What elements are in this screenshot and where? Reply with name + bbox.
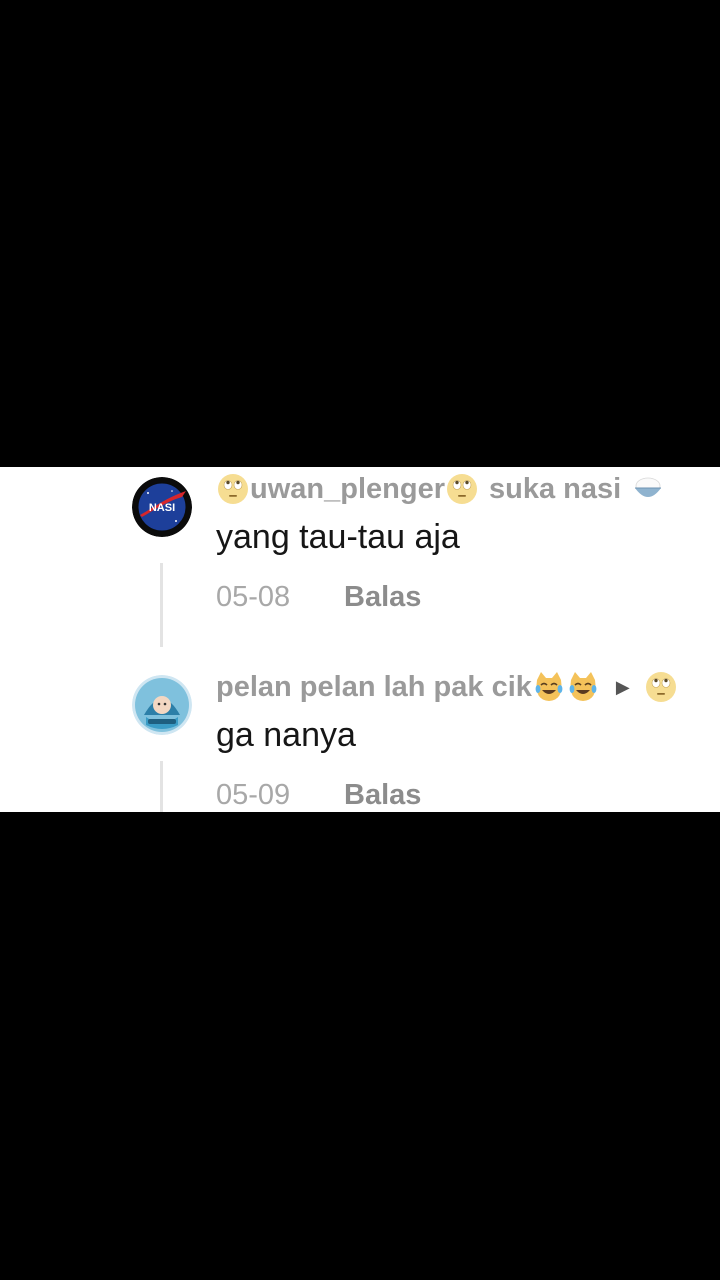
username[interactable]: uwan_plenger bbox=[250, 469, 445, 509]
comment-date: 05-08 bbox=[216, 581, 291, 613]
thread-line bbox=[160, 563, 163, 647]
avatar-text: NASI bbox=[149, 502, 175, 514]
cat-tears-of-joy-emoji-icon bbox=[532, 670, 566, 704]
comment-list: NASI uwan_plenger suka nasi yang tau-tau… bbox=[0, 467, 720, 812]
avatar[interactable]: NASI bbox=[132, 477, 192, 537]
rice-bowl-emoji-icon bbox=[631, 472, 665, 506]
avatar[interactable] bbox=[132, 675, 192, 735]
eye-roll-emoji-icon bbox=[644, 670, 678, 704]
eye-roll-emoji-icon bbox=[445, 472, 479, 506]
letterbox-top bbox=[0, 0, 720, 467]
comment-date: 05-09 bbox=[216, 779, 291, 811]
comment-text: yang tau-tau aja bbox=[216, 518, 460, 556]
reply-to-arrow-icon: ▶ bbox=[615, 677, 630, 697]
comment-header: uwan_plenger suka nasi bbox=[216, 469, 665, 509]
comment-header: pelan pelan lah pak cik ▶ bbox=[216, 667, 678, 707]
username-suffix: suka nasi bbox=[489, 473, 622, 505]
thread-line bbox=[160, 761, 163, 812]
nasa-style-logo-icon: NASI bbox=[132, 477, 192, 537]
comment-text: ga nanya bbox=[216, 716, 356, 754]
character-avatar-icon bbox=[132, 675, 192, 735]
username[interactable]: pelan pelan lah pak cik bbox=[216, 667, 532, 707]
cat-tears-of-joy-emoji-icon bbox=[566, 670, 600, 704]
reply-button[interactable]: Balas bbox=[344, 577, 421, 617]
eye-roll-emoji-icon bbox=[216, 472, 250, 506]
letterbox-bottom bbox=[0, 812, 720, 1280]
reply-button[interactable]: Balas bbox=[344, 775, 421, 812]
